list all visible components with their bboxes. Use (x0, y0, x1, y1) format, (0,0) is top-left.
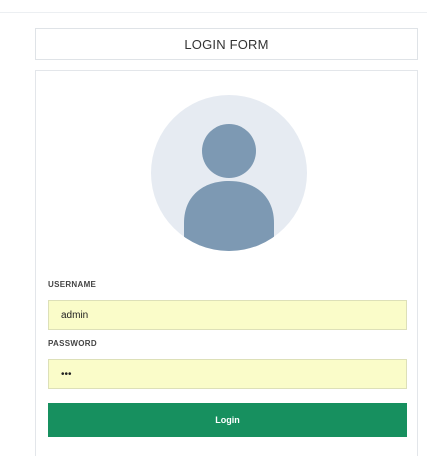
login-button[interactable]: Login (48, 403, 407, 437)
user-silhouette-icon (184, 124, 274, 251)
login-panel: USERNAME PASSWORD Login (35, 70, 418, 456)
form-title: LOGIN FORM (184, 36, 269, 52)
user-avatar-icon (151, 95, 307, 251)
username-label: USERNAME (48, 280, 97, 289)
username-input[interactable] (48, 300, 407, 330)
password-label: PASSWORD (48, 339, 97, 348)
top-bar (0, 0, 427, 13)
password-input[interactable] (48, 359, 407, 389)
form-title-box: LOGIN FORM (35, 28, 418, 60)
